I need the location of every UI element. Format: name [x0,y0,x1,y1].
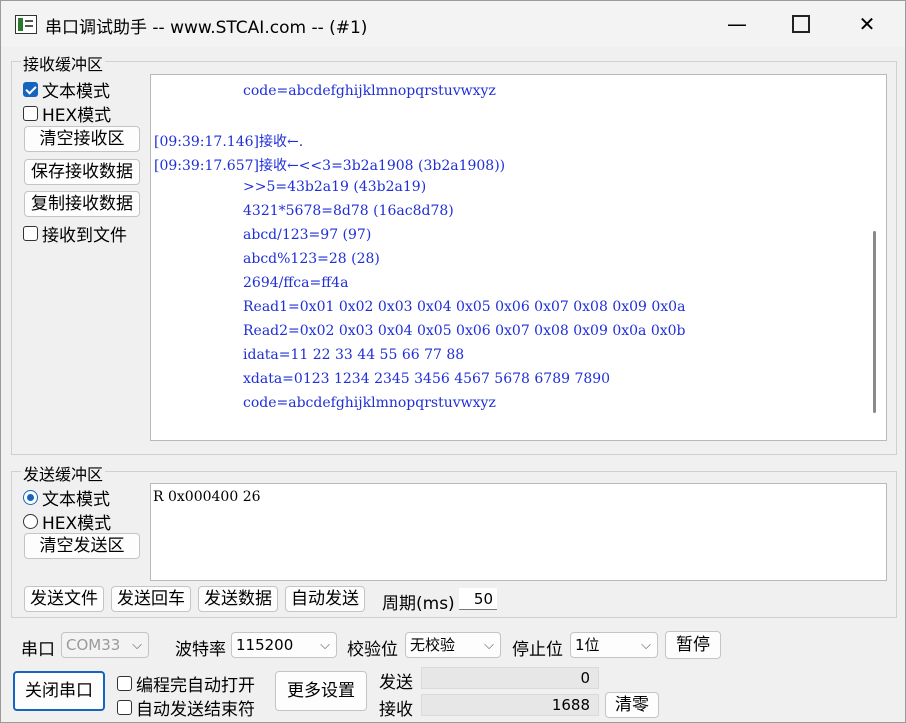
receive-line: Read2=0x02 0x03 0x04 0x05 0x06 0x07 0x08… [154,323,686,339]
copy-receive-button[interactable]: 复制接收数据 [24,191,140,217]
radio-unselected-icon [23,514,38,529]
receive-text-mode-checkbox[interactable]: 文本模式 [23,77,110,102]
receive-line: idata=11 22 33 44 55 66 77 88 [154,347,465,363]
send-textarea[interactable]: R 0x000400 26 [150,483,887,581]
chevron-down-icon: ⌵ [320,638,330,653]
baud-select[interactable]: 115200 ⌵ [231,632,337,658]
auto-open-checkbox[interactable]: 编程完自动打开 [117,671,255,696]
port-select[interactable]: COM33 ⌵ [61,632,149,658]
receive-text-mode-label: 文本模式 [42,82,110,102]
receive-line: Read1=0x01 0x02 0x03 0x04 0x05 0x06 0x07… [154,299,686,315]
send-file-button[interactable]: 发送文件 [24,586,104,612]
receive-line: 2694/ffca=ff4a [154,275,349,291]
parity-select[interactable]: 无校验 ⌵ [405,632,501,658]
auto-end-checkbox[interactable]: 自动发送结束符 [117,695,255,720]
title-bar: 串口调试助手 -- www.STCAI.com -- (#1) — ✕ [1,1,905,47]
recv-label: 接收 [379,700,413,720]
stopbits-value: 1位 [575,636,600,654]
send-legend: 发送缓冲区 [21,461,106,485]
app-icon [15,15,37,34]
maximize-icon [792,14,810,33]
auto-end-label: 自动发送结束符 [136,700,255,720]
receive-legend: 接收缓冲区 [21,51,106,75]
stopbits-label: 停止位 [512,640,563,660]
receive-scrollbar[interactable] [873,231,876,413]
clear-send-button[interactable]: 清空发送区 [24,533,140,559]
minimize-icon: — [727,12,747,36]
receive-line: xdata=0123 1234 2345 3456 4567 5678 6789… [154,371,611,387]
close-icon: ✕ [858,12,876,36]
app-window: 串口调试助手 -- www.STCAI.com -- (#1) — ✕ 接收缓冲… [0,0,906,723]
send-text-mode-label: 文本模式 [42,490,110,510]
send-hex-mode-radio[interactable]: HEX模式 [23,509,111,534]
receive-to-file-label: 接收到文件 [42,226,127,246]
close-port-button[interactable]: 关闭串口 [13,671,105,711]
radio-selected-icon [23,490,38,505]
recv-counter: 1688 [421,694,599,716]
receive-textarea[interactable]: code=abcdefghijklmnopqrstuvwxyz [09:39:17… [150,74,887,441]
port-value: COM33 [66,636,121,654]
clear-counts-button[interactable]: 清零 [605,692,659,718]
close-button[interactable]: ✕ [837,1,897,47]
port-label: 串口 [21,640,55,660]
sent-label: 发送 [379,673,413,693]
chevron-down-icon: ⌵ [132,638,142,653]
receive-hex-mode-label: HEX模式 [42,106,112,126]
auto-send-button[interactable]: 自动发送 [285,586,365,612]
receive-line: code=abcdefghijklmnopqrstuvwxyz [154,395,496,411]
sent-counter: 0 [421,667,599,689]
chevron-down-icon: ⌵ [641,638,651,653]
checkbox-unchecked-icon [23,106,38,121]
auto-open-label: 编程完自动打开 [136,676,255,696]
save-receive-button[interactable]: 保存接收数据 [24,159,140,185]
maximize-button[interactable] [771,1,831,47]
receive-line: abcd%123=28 (28) [154,251,380,267]
clear-receive-button[interactable]: 清空接收区 [24,126,140,152]
stopbits-select[interactable]: 1位 ⌵ [570,632,658,658]
chevron-down-icon: ⌵ [484,638,494,653]
minimize-button[interactable]: — [707,1,767,47]
send-text-mode-radio[interactable]: 文本模式 [23,485,110,510]
checkbox-checked-icon [23,82,38,97]
window-title: 串口调试助手 -- www.STCAI.com -- (#1) [45,18,368,38]
checkbox-unchecked-icon [117,676,132,691]
baud-label: 波特率 [175,640,226,660]
receive-to-file-checkbox[interactable]: 接收到文件 [23,221,127,246]
period-input[interactable]: 50 [459,588,497,610]
baud-value: 115200 [236,636,294,654]
receive-line: [09:39:17.146]接收←. [154,134,304,150]
receive-line: 4321*5678=8d78 (16ac8d78) [154,203,454,219]
checkbox-unchecked-icon [117,700,132,715]
send-enter-button[interactable]: 发送回车 [111,586,191,612]
period-label: 周期(ms) [382,594,455,614]
more-settings-button[interactable]: 更多设置 [275,671,367,711]
receive-line: [09:39:17.657]接收←<<3=3b2a1908 (3b2a1908)… [154,158,506,174]
receive-line: abcd/123=97 (97) [154,227,372,243]
send-content: R 0x000400 26 [153,489,261,505]
parity-label: 校验位 [347,640,398,660]
send-data-button[interactable]: 发送数据 [198,586,278,612]
receive-line: >>5=43b2a19 (43b2a19) [154,179,427,195]
receive-line: code=abcdefghijklmnopqrstuvwxyz [154,83,496,99]
parity-value: 无校验 [410,636,456,654]
checkbox-unchecked-icon [23,226,38,241]
pause-button[interactable]: 暂停 [665,631,721,659]
send-hex-mode-label: HEX模式 [42,514,112,534]
receive-hex-mode-checkbox[interactable]: HEX模式 [23,101,111,126]
